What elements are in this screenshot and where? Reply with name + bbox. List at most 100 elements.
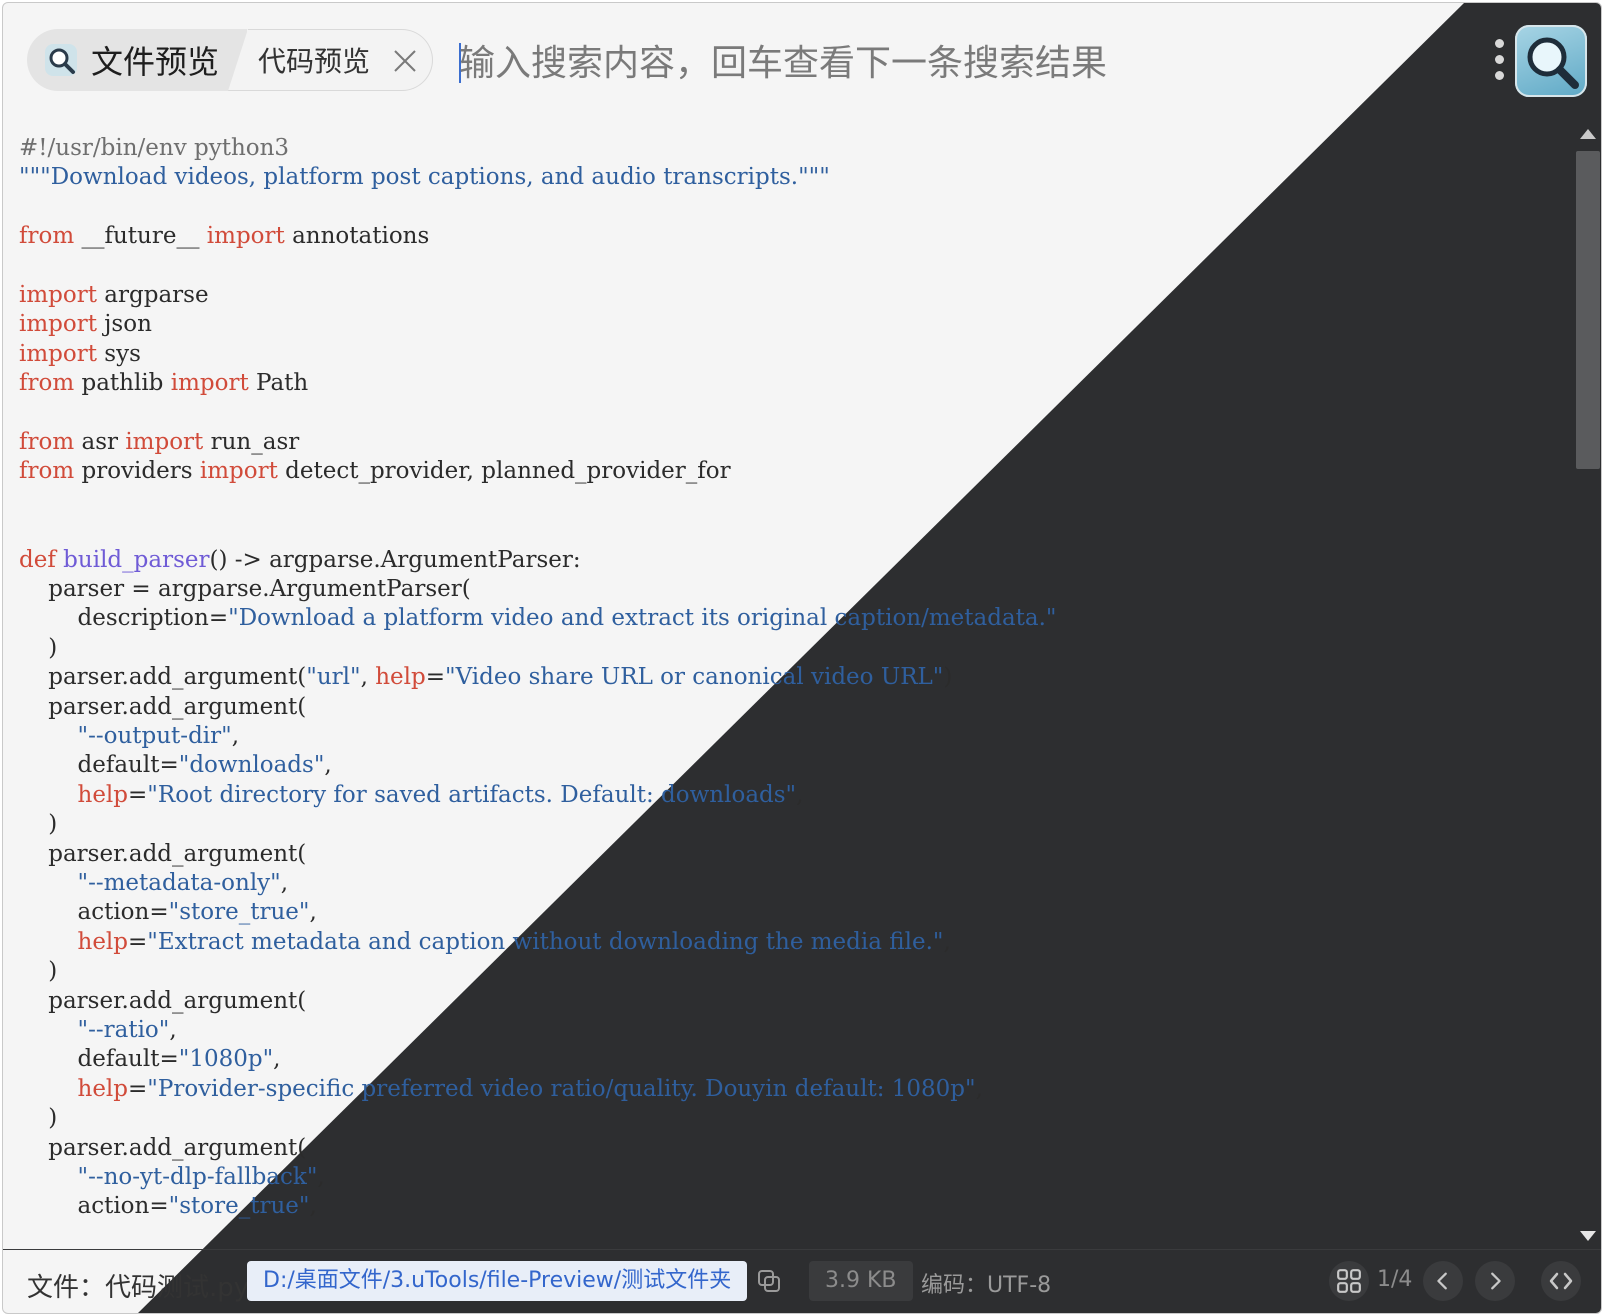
code-token-plain: , <box>280 870 289 896</box>
code-token-plain: ) <box>943 664 953 691</box>
code-token-plain: , <box>796 781 804 808</box>
code-token-kw: from <box>19 370 75 397</box>
code-toggle-button[interactable] <box>1541 1261 1581 1301</box>
code-line: description="Download a platform video a… <box>19 603 1057 633</box>
code-token-plain: action= <box>19 1193 169 1220</box>
grid-view-button[interactable] <box>1329 1261 1369 1301</box>
code-line: parser.add_argument("url", help="Video s… <box>19 662 952 692</box>
code-token-plain: pathlib <box>74 370 171 397</box>
code-token-kw: help <box>77 781 129 808</box>
header-bar: 文件预览 代码预览 <box>3 3 1601 117</box>
code-line: help="Root directory for saved artifacts… <box>19 780 804 810</box>
code-token-plain: = <box>128 928 148 955</box>
code-token-plain: parser.add_argument( <box>19 664 307 691</box>
code-view[interactable]: #!/usr/bin/env python3 """Download videos… <box>3 121 1569 1249</box>
code-token-kw: from <box>19 458 75 485</box>
code-token-str: "store_true" <box>168 1193 310 1220</box>
code-token-kw: import <box>19 340 97 367</box>
scroll-thumb[interactable] <box>1576 151 1600 469</box>
tab-file-preview[interactable]: 文件预览 <box>27 29 247 91</box>
code-line: from providers import detect_provider, p… <box>19 456 731 486</box>
code-token-plain: Path <box>248 370 309 397</box>
code-line: default="1080p", <box>19 1044 280 1074</box>
code-token-plain: () -> argparse.ArgumentParser: <box>209 546 581 573</box>
code-token-plain: run_asr <box>203 429 300 455</box>
code-token-plain: , <box>309 1193 317 1220</box>
code-token-plain: sys <box>96 340 141 367</box>
vertical-scrollbar[interactable] <box>1573 121 1601 1249</box>
code-token-plain: detect_provider, planned_provider_for <box>277 458 731 485</box>
code-token-plain: description= <box>19 605 229 632</box>
encoding-label: 编码：UTF-8 <box>921 1273 1052 1298</box>
code-token-kw: help <box>375 664 426 691</box>
next-button[interactable] <box>1475 1261 1515 1301</box>
code-token-plain: , <box>360 664 376 691</box>
code-token-plain: , <box>231 723 240 749</box>
code-line: "--ratio", <box>19 1015 177 1045</box>
file-path-link[interactable]: D:/桌面文件/3.uTools/file-Preview/测试文件夹 <box>247 1261 748 1301</box>
code-token-plain: , <box>169 1017 177 1043</box>
code-token-kw: import <box>206 223 285 250</box>
code-token-str: "Download a platform video and extract i… <box>228 605 1057 632</box>
tab-file-preview-label: 文件预览 <box>91 43 220 81</box>
prev-button[interactable] <box>1423 1261 1463 1301</box>
code-token-plain: parser.add_argument( <box>19 1134 307 1161</box>
search-input[interactable] <box>459 33 1179 93</box>
file-name-label: 文件：代码测试.py <box>27 1273 250 1303</box>
code-token-str: "Root directory for saved artifacts. Def… <box>147 781 797 808</box>
code-token-str: "1080p" <box>178 1046 274 1073</box>
more-vertical-icon[interactable] <box>1492 39 1506 83</box>
code-token-plain: , <box>309 899 317 926</box>
code-line: "--no-yt-dlp-fallback", <box>19 1162 325 1192</box>
code-token-kw: from <box>19 429 75 455</box>
code-token-plain: argparse <box>96 282 209 308</box>
code-line: "--metadata-only", <box>19 868 289 898</box>
code-token-plain: parser = argparse.ArgumentParser( <box>19 576 471 602</box>
code-line: """Download videos, platform post captio… <box>19 162 830 192</box>
code-token-plain: = <box>128 1075 148 1102</box>
code-token-func: build_parser <box>63 546 210 573</box>
code-token-plain: action= <box>19 899 169 926</box>
code-token-kw: import <box>19 282 97 308</box>
code-token-kw: help <box>77 928 129 955</box>
code-line: ) <box>19 956 57 986</box>
code-token-kw: import <box>125 429 204 455</box>
code-token-str: "Provider-specific preferred video ratio… <box>147 1075 976 1102</box>
code-token-str: """Download videos, platform post captio… <box>19 164 830 191</box>
code-token-str: "--no-yt-dlp-fallback" <box>77 1164 318 1190</box>
scroll-up-arrow[interactable] <box>1580 129 1596 139</box>
code-token-kw: def <box>19 546 56 573</box>
code-token-kw: from <box>19 223 75 250</box>
close-icon[interactable] <box>390 46 420 76</box>
footer-divider <box>3 1249 1601 1250</box>
code-token-plain: asr <box>74 429 126 455</box>
code-token-plain: parser.add_argument( <box>19 840 307 867</box>
code-token-plain: ) <box>19 958 58 985</box>
code-line: parser.add_argument( <box>19 839 306 869</box>
code-token-plain: ) <box>19 811 58 838</box>
code-token-str: "Video share URL or canonical video URL" <box>444 664 944 691</box>
magnifier-icon <box>45 44 77 76</box>
code-token-str: "store_true" <box>168 899 310 926</box>
code-token-plain: , <box>273 1046 281 1073</box>
copy-icon[interactable] <box>755 1267 783 1295</box>
code-line: from asr import run_asr <box>19 427 299 457</box>
status-bar: 文件：代码测试.py D:/桌面文件/3.uTools/file-Preview… <box>3 1253 1601 1313</box>
code-token-comment: #!/usr/bin/env python3 <box>19 135 290 161</box>
code-line: parser.add_argument( <box>19 692 306 722</box>
scroll-down-arrow[interactable] <box>1580 1231 1596 1241</box>
code-token-kw: import <box>19 311 97 338</box>
app-logo[interactable] <box>1515 25 1587 97</box>
tab-code-preview[interactable]: 代码预览 <box>228 29 433 91</box>
file-size-badge: 3.9 KB <box>809 1261 913 1301</box>
code-line: "--output-dir", <box>19 721 240 751</box>
code-token-str: "--output-dir" <box>77 723 232 749</box>
code-token-plain: ) <box>19 634 58 661</box>
chevron-right-icon <box>1491 1272 1501 1290</box>
code-token-plain: = <box>128 781 148 808</box>
code-token-str: "--metadata-only" <box>77 870 281 896</box>
code-line: parser = argparse.ArgumentParser( <box>19 574 471 604</box>
